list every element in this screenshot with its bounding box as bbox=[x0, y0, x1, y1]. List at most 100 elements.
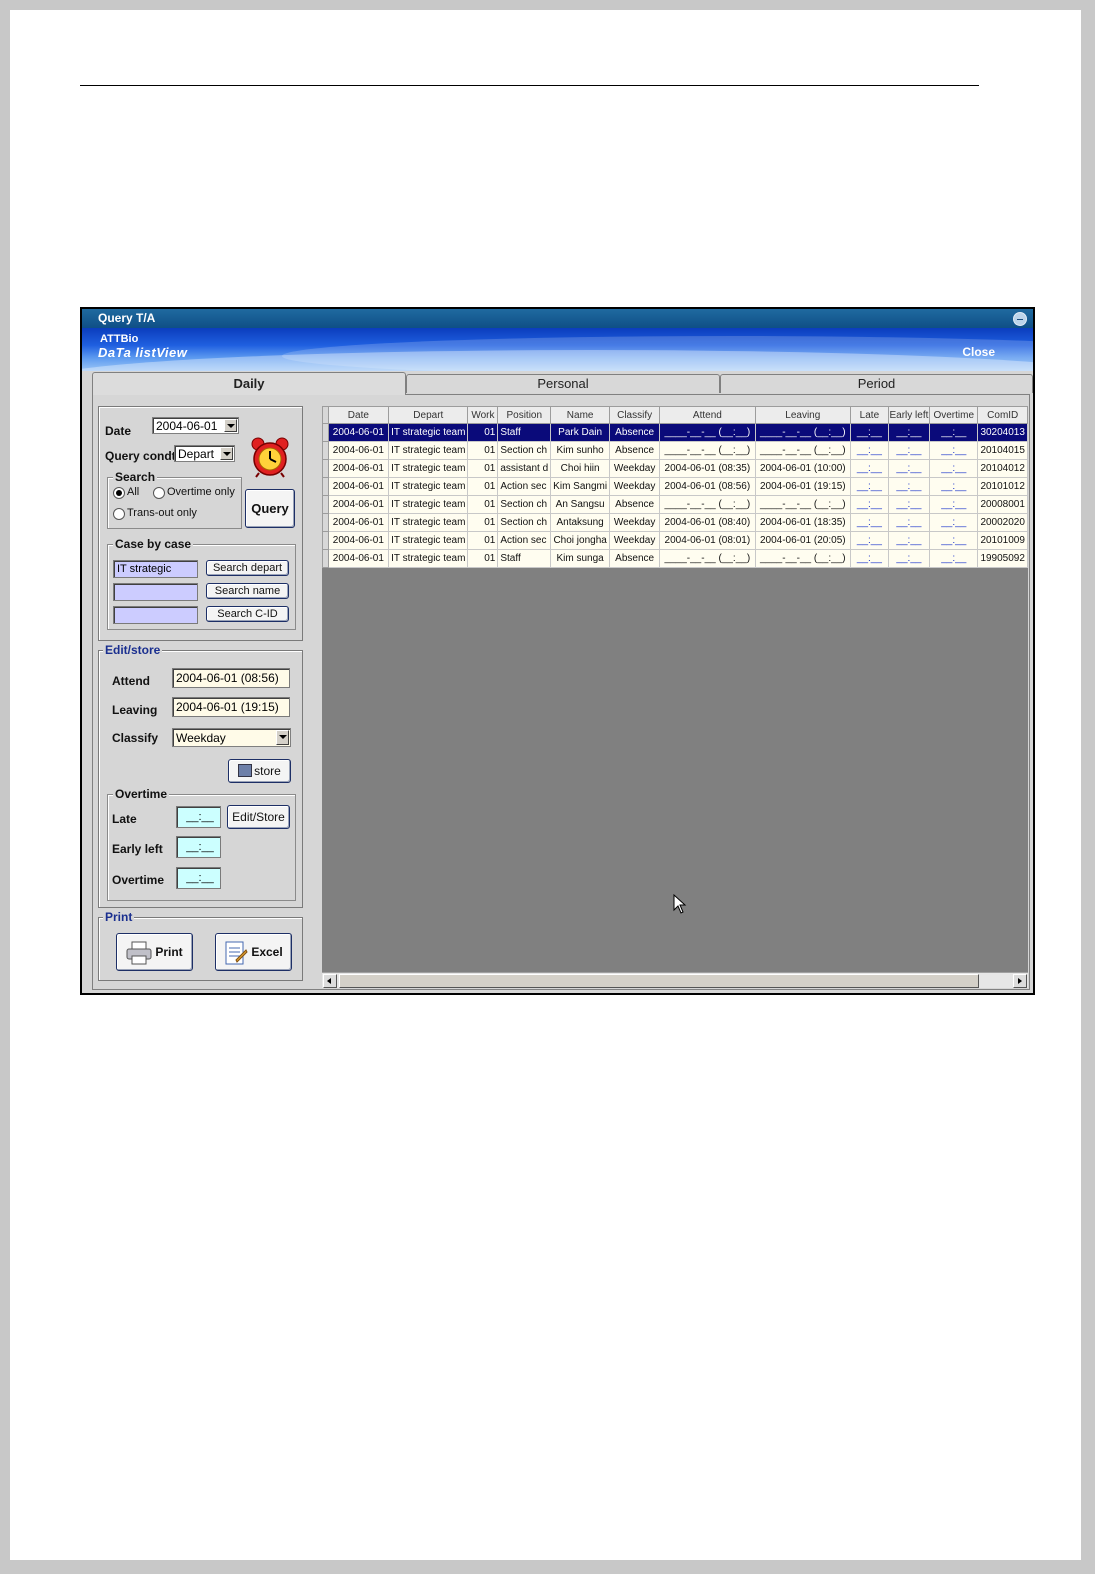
store-button-label: store bbox=[254, 764, 281, 778]
cell-work: 01 bbox=[467, 423, 499, 442]
cell-comid: 20101009 bbox=[977, 531, 1028, 550]
cell-overtime: __:__ bbox=[929, 477, 979, 496]
cell-work: 01 bbox=[467, 513, 499, 532]
cell-leaving: ____-__-__ (__:__) bbox=[754, 441, 852, 460]
print-button[interactable]: Print bbox=[116, 933, 193, 971]
column-header-late[interactable]: Late bbox=[850, 406, 889, 424]
column-header-early-left[interactable]: Early left bbox=[887, 406, 931, 424]
radio-trans-out-only[interactable] bbox=[113, 508, 125, 520]
cell-comid: 30204013 bbox=[977, 423, 1028, 442]
cell-classify: Weekday bbox=[609, 513, 661, 532]
column-header-attend[interactable]: Attend bbox=[659, 406, 756, 424]
date-combo[interactable]: 2004-06-01 bbox=[152, 417, 239, 434]
cell-work: 01 bbox=[467, 531, 499, 550]
cell-leaving: ____-__-__ (__:__) bbox=[754, 495, 852, 514]
table-row[interactable]: 2004-06-01 IT strategic team 01 Action sec K… bbox=[322, 477, 1028, 496]
leaving-field[interactable]: 2004-06-01 (19:15) bbox=[172, 697, 290, 717]
cell-position: Action sec bbox=[497, 477, 552, 496]
table-row[interactable]: 2004-06-01 IT strategic team 01 Staff Park D… bbox=[322, 423, 1028, 442]
column-header-classify[interactable]: Classify bbox=[609, 406, 661, 424]
tab-daily[interactable]: Daily bbox=[92, 372, 406, 395]
store-button[interactable]: store bbox=[228, 759, 291, 783]
depart-input[interactable]: IT strategic bbox=[113, 560, 198, 578]
excel-button[interactable]: Excel bbox=[215, 933, 292, 971]
column-header-depart[interactable]: Depart bbox=[388, 406, 469, 424]
excel-document-icon bbox=[225, 941, 248, 965]
column-header-work[interactable]: Work bbox=[467, 406, 499, 424]
cell-date: 2004-06-01 bbox=[327, 549, 390, 568]
search-name-button[interactable]: Search name bbox=[206, 583, 289, 599]
cell-classify: Absence bbox=[609, 495, 661, 514]
edit-store-button[interactable]: Edit/Store bbox=[227, 805, 290, 829]
radio-overtime-only[interactable] bbox=[153, 487, 165, 499]
chevron-down-icon[interactable] bbox=[224, 419, 237, 432]
search-group: Search All Overtime only Trans-out only bbox=[107, 470, 242, 529]
cell-depart: IT strategic team bbox=[388, 531, 469, 550]
cell-position: Action sec bbox=[497, 531, 552, 550]
leaving-label: Leaving bbox=[112, 703, 158, 717]
chevron-down-icon[interactable] bbox=[220, 447, 233, 460]
cell-depart: IT strategic team bbox=[388, 549, 469, 568]
cell-work: 01 bbox=[467, 441, 499, 460]
tab-personal[interactable]: Personal bbox=[406, 374, 720, 393]
cell-overtime: __:__ bbox=[929, 423, 979, 442]
cell-date: 2004-06-01 bbox=[327, 531, 390, 550]
cell-comid: 20008001 bbox=[977, 495, 1028, 514]
column-header-leaving[interactable]: Leaving bbox=[754, 406, 852, 424]
cell-name: Choi hiin bbox=[550, 459, 611, 478]
cell-late: __:__ bbox=[850, 495, 889, 514]
minimize-icon[interactable] bbox=[1013, 312, 1027, 326]
cell-date: 2004-06-01 bbox=[327, 477, 390, 496]
overtime-label: Overtime bbox=[112, 873, 165, 887]
column-header-date[interactable]: Date bbox=[327, 406, 390, 424]
cell-classify: Weekday bbox=[609, 459, 661, 478]
column-header-position[interactable]: Position bbox=[497, 406, 552, 424]
early-left-field[interactable]: __:__ bbox=[176, 836, 221, 858]
cell-attend: ____-__-__ (__:__) bbox=[659, 423, 756, 442]
scrollbar-thumb[interactable] bbox=[339, 974, 979, 988]
cell-late: __:__ bbox=[850, 513, 889, 532]
query-condt-combo[interactable]: Depart bbox=[174, 445, 235, 462]
scroll-right-icon[interactable] bbox=[1013, 974, 1027, 988]
column-header-comid[interactable]: ComID bbox=[977, 406, 1028, 424]
attend-field[interactable]: 2004-06-01 (08:56) bbox=[172, 668, 290, 688]
late-field[interactable]: __:__ bbox=[176, 806, 221, 828]
cell-overtime: __:__ bbox=[929, 459, 979, 478]
cell-overtime: __:__ bbox=[929, 495, 979, 514]
print-button-label: Print bbox=[155, 945, 183, 959]
close-button[interactable]: Close bbox=[962, 345, 995, 359]
header-rule bbox=[80, 85, 979, 86]
table-row[interactable]: 2004-06-01 IT strategic team 01 Action sec C… bbox=[322, 531, 1028, 550]
chevron-down-icon[interactable] bbox=[276, 730, 289, 745]
search-depart-button[interactable]: Search depart bbox=[206, 560, 289, 576]
banner: ATTBio DaTa listView Close bbox=[82, 328, 1033, 371]
table-row[interactable]: 2004-06-01 IT strategic team 01 assistant d… bbox=[322, 459, 1028, 478]
edit-store-panel: Edit/store Attend 2004-06-01 (08:56) Lea… bbox=[98, 643, 303, 908]
cell-comid: 20104015 bbox=[977, 441, 1028, 460]
cid-input[interactable] bbox=[113, 606, 198, 624]
date-value: 2004-06-01 bbox=[156, 419, 218, 433]
search-cid-button[interactable]: Search C-ID bbox=[206, 606, 289, 622]
cell-position: Section ch bbox=[497, 513, 552, 532]
cell-leaving: ____-__-__ (__:__) bbox=[754, 549, 852, 568]
column-header-overtime[interactable]: Overtime bbox=[929, 406, 979, 424]
column-header-name[interactable]: Name bbox=[550, 406, 611, 424]
table-row[interactable]: 2004-06-01 IT strategic team 01 Section ch A… bbox=[322, 513, 1028, 532]
table-row[interactable]: 2004-06-01 IT strategic team 01 Section ch K… bbox=[322, 441, 1028, 460]
scroll-left-icon[interactable] bbox=[323, 974, 337, 988]
classify-combo[interactable]: Weekday bbox=[172, 728, 291, 747]
classify-value: Weekday bbox=[176, 731, 226, 745]
early-left-label: Early left bbox=[112, 842, 163, 856]
name-input[interactable] bbox=[113, 583, 198, 601]
cell-overtime: __:__ bbox=[929, 531, 979, 550]
overtime-field[interactable]: __:__ bbox=[176, 867, 221, 889]
radio-overtime-label: Overtime only bbox=[167, 486, 235, 498]
overtime-legend: Overtime bbox=[113, 787, 170, 801]
horizontal-scrollbar[interactable] bbox=[322, 972, 1028, 988]
table-row[interactable]: 2004-06-01 IT strategic team 01 Section ch A… bbox=[322, 495, 1028, 514]
radio-all[interactable] bbox=[113, 487, 125, 499]
tab-period[interactable]: Period bbox=[720, 374, 1033, 393]
window-title: Query T/A bbox=[98, 311, 156, 325]
query-button[interactable]: Query bbox=[245, 489, 295, 528]
table-row[interactable]: 2004-06-01 IT strategic team 01 Staff Kim su… bbox=[322, 549, 1028, 568]
